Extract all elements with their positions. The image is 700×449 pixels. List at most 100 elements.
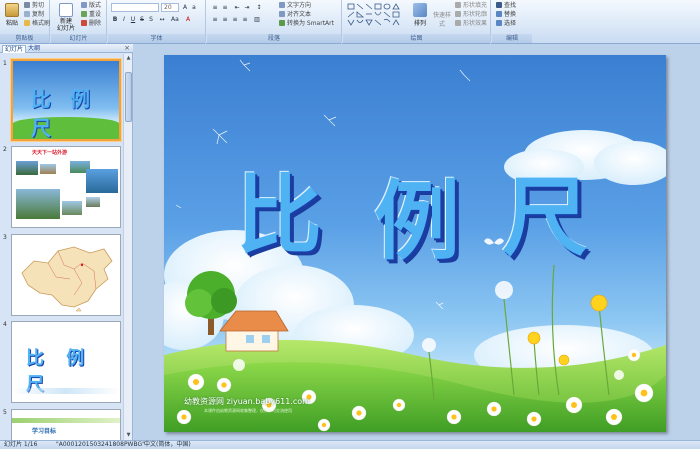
drawing-group-label: 绘图 bbox=[343, 34, 490, 43]
decrease-indent-icon[interactable]: ⇤ bbox=[233, 3, 241, 11]
thumb-number: 2 bbox=[3, 146, 7, 153]
char-spacing-icon[interactable]: ↔ bbox=[158, 15, 166, 23]
align-text-icon bbox=[279, 11, 285, 17]
quick-styles-button[interactable]: 快速样式 bbox=[431, 10, 453, 28]
thumbnail-slide-1[interactable]: 比 例 尺 bbox=[11, 59, 121, 141]
thumbnail-slide-5[interactable]: 学习目标 bbox=[11, 409, 121, 440]
panel-scrollbar[interactable]: ▲ ▼ bbox=[123, 54, 132, 440]
strikethrough-icon[interactable]: S bbox=[138, 15, 146, 23]
smartart-icon bbox=[279, 20, 285, 26]
brush-icon bbox=[24, 20, 30, 26]
copy-icon bbox=[24, 11, 30, 17]
increase-indent-icon[interactable]: ⇥ bbox=[243, 3, 251, 11]
text-direction-icon bbox=[279, 2, 285, 8]
numbering-icon[interactable]: ≡ bbox=[221, 3, 229, 11]
select-button[interactable]: 选择 bbox=[496, 20, 516, 28]
cut-button[interactable]: 剪切 bbox=[24, 2, 44, 10]
thumb-title: 学习目标 bbox=[32, 428, 57, 435]
align-right-icon[interactable]: ≡ bbox=[231, 15, 239, 23]
shapes-gallery-icon[interactable] bbox=[347, 3, 405, 29]
cursor-icon bbox=[496, 20, 502, 26]
tab-outline[interactable]: 大纲 bbox=[26, 45, 42, 53]
shrink-font-icon[interactable]: a bbox=[190, 3, 198, 11]
thumbnail-slide-3[interactable] bbox=[11, 234, 121, 316]
align-center-icon[interactable]: ≡ bbox=[221, 15, 229, 23]
replace-icon bbox=[496, 11, 502, 17]
scroll-thumb[interactable] bbox=[125, 72, 132, 122]
paste-icon bbox=[5, 3, 19, 17]
scissors-icon bbox=[24, 2, 30, 8]
binoculars-icon bbox=[496, 2, 502, 8]
thumb-title: 天天下一站外游 bbox=[32, 150, 68, 156]
align-left-icon[interactable]: ≡ bbox=[211, 15, 219, 23]
bullets-icon[interactable]: ≡ bbox=[211, 3, 219, 11]
slides-group-label: 幻灯片 bbox=[51, 34, 106, 43]
tab-slides[interactable]: 幻灯片 bbox=[2, 45, 27, 53]
thumb-title: 比 例 尺 bbox=[31, 87, 96, 140]
close-panel-icon[interactable]: × bbox=[124, 44, 130, 52]
paragraph-group-label: 段落 bbox=[207, 34, 341, 43]
clipboard-group: 粘贴 剪切 复制 格式刷 剪贴板 bbox=[0, 0, 50, 44]
new-slide-button[interactable]: 新建 幻灯片 bbox=[54, 3, 78, 32]
copy-button[interactable]: 复制 bbox=[24, 11, 44, 19]
line-spacing-icon[interactable]: ↕ bbox=[255, 3, 263, 11]
columns-icon[interactable]: ▥ bbox=[253, 15, 261, 23]
font-group: 20 A a B I U S S ↔ Aa A 字体 bbox=[108, 0, 206, 44]
thumbnail-slide-4[interactable]: 比 例 尺 bbox=[11, 321, 121, 403]
shadow-icon[interactable]: S bbox=[147, 15, 155, 23]
slide-editor: 比 例 尺 幼教资源网 ziyuan.baby611.com 本课件由幼教资源网… bbox=[134, 44, 700, 440]
shape-effects-button[interactable]: 形状效果 bbox=[455, 20, 487, 28]
thumbnail-list: 1 比 例 尺 2 天天下一站外游 3 4 比 例 尺 5 学习目标 bbox=[0, 54, 124, 440]
clipboard-group-label: 剪贴板 bbox=[0, 34, 49, 43]
text-direction-button[interactable]: 文字方向 bbox=[279, 2, 311, 10]
thumb-number: 4 bbox=[3, 321, 7, 328]
template-name: "A0001201503241808PWBG" bbox=[56, 441, 145, 448]
italic-icon[interactable]: I bbox=[120, 15, 128, 23]
delete-icon bbox=[81, 20, 87, 26]
align-text-button[interactable]: 对齐文本 bbox=[279, 11, 311, 19]
replace-button[interactable]: 替换 bbox=[496, 11, 516, 19]
reset-icon bbox=[81, 11, 87, 17]
shape-outline-button[interactable]: 形状轮廓 bbox=[455, 11, 487, 19]
slide-canvas[interactable]: 比 例 尺 幼教资源网 ziyuan.baby611.com 本课件由幼教资源网… bbox=[164, 55, 666, 432]
slide-title-char-1[interactable]: 比 bbox=[236, 145, 322, 270]
watermark-text: 幼教资源网 ziyuan.baby611.com bbox=[184, 397, 310, 406]
thumb-number: 5 bbox=[3, 409, 7, 416]
panel-tabs: 幻灯片 大纲 × bbox=[0, 44, 133, 53]
arrange-icon bbox=[413, 3, 427, 17]
scroll-down-icon[interactable]: ▼ bbox=[125, 432, 132, 439]
scroll-up-icon[interactable]: ▲ bbox=[125, 55, 132, 62]
change-case-icon[interactable]: Aa bbox=[170, 15, 179, 23]
delete-slide-button[interactable]: 删除 bbox=[81, 20, 101, 28]
thumbnail-slide-2[interactable]: 天天下一站外游 bbox=[11, 146, 121, 228]
font-size-combo[interactable]: 20 bbox=[161, 3, 179, 12]
slides-group: 新建 幻灯片 版式 重设 删除 幻灯片 bbox=[51, 0, 107, 44]
format-painter-button[interactable]: 格式刷 bbox=[24, 20, 50, 28]
status-bar: 幻灯片 1/16 "A0001201503241808PWBG" 中文(简体，中… bbox=[0, 440, 700, 449]
bold-icon[interactable]: B bbox=[111, 15, 119, 23]
layout-button[interactable]: 版式 bbox=[81, 2, 101, 10]
language-indicator[interactable]: 中文(简体，中国) bbox=[144, 441, 191, 449]
find-button[interactable]: 查找 bbox=[496, 2, 516, 10]
china-map-icon bbox=[21, 246, 113, 312]
effects-icon bbox=[455, 20, 461, 26]
grow-font-icon[interactable]: A bbox=[181, 3, 189, 11]
editing-group: 查找 替换 选择 编辑 bbox=[492, 0, 532, 44]
ribbon: 粘贴 剪切 复制 格式刷 剪贴板 新建 幻灯片 版式 重设 删除 幻灯片 20 … bbox=[0, 0, 700, 44]
drawing-group: 排列 快速样式 形状填充 形状轮廓 形状效果 绘图 bbox=[343, 0, 491, 44]
slide-counter: 幻灯片 1/16 bbox=[4, 441, 38, 448]
font-group-label: 字体 bbox=[108, 34, 205, 43]
reset-button[interactable]: 重设 bbox=[81, 11, 101, 19]
justify-icon[interactable]: ≡ bbox=[241, 15, 249, 23]
arrange-button[interactable]: 排列 bbox=[409, 3, 431, 27]
paragraph-group: ≡ ≡ ⇤ ⇥ ↕ ≡ ≡ ≡ ≡ ▥ 文字方向 对齐文本 转换为 SmartA… bbox=[207, 0, 342, 44]
smartart-button[interactable]: 转换为 SmartArt bbox=[279, 20, 334, 28]
font-name-combo[interactable] bbox=[111, 3, 159, 12]
paste-button[interactable]: 粘贴 bbox=[2, 3, 22, 27]
underline-icon[interactable]: U bbox=[129, 15, 137, 23]
font-color-icon[interactable]: A bbox=[184, 15, 192, 23]
thumb-number: 1 bbox=[3, 60, 7, 67]
shape-fill-button[interactable]: 形状填充 bbox=[455, 2, 487, 10]
slide-title-char-3[interactable]: 尺 bbox=[502, 147, 588, 272]
slide-title-char-2[interactable]: 例 bbox=[374, 151, 460, 276]
